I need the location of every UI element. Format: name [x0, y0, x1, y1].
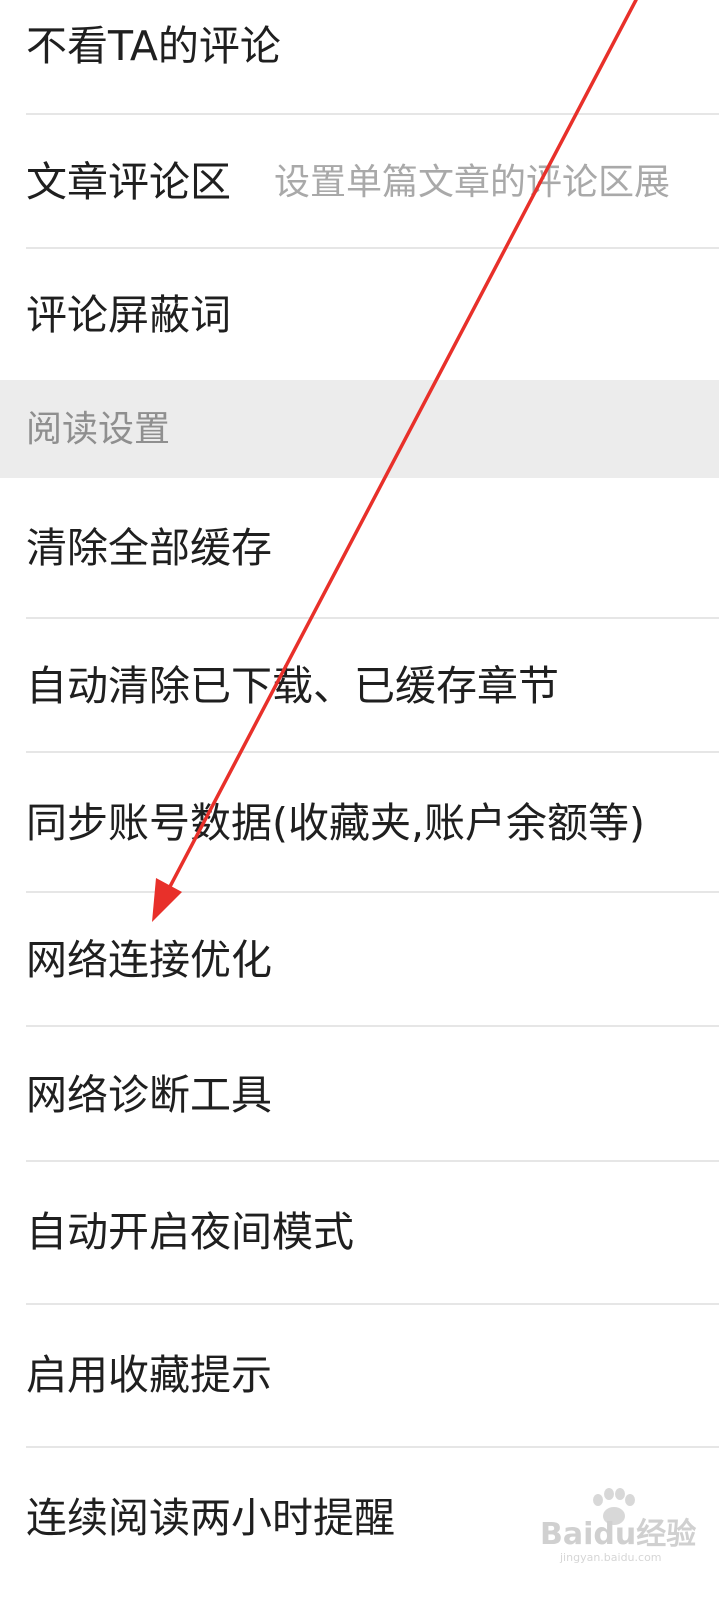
setting-label: 网络连接优化: [26, 936, 272, 984]
setting-row-comment-block-words[interactable]: 评论屏蔽词: [0, 249, 719, 380]
setting-label: 自动清除已下载、已缓存章节: [26, 662, 559, 710]
section-title: 阅读设置: [26, 409, 171, 450]
setting-row-hide-ta-comments[interactable]: 不看TA的评论: [0, 0, 719, 114]
setting-label: 清除全部缓存: [26, 524, 272, 572]
watermark-site: jingyan.baidu.com: [560, 1551, 662, 1564]
setting-row-favorite-tips[interactable]: 启用收藏提示: [0, 1305, 719, 1446]
setting-label: 评论屏蔽词: [26, 291, 231, 339]
setting-label: 不看TA的评论: [26, 22, 281, 70]
setting-row-clear-cache[interactable]: 清除全部缓存: [0, 478, 719, 617]
setting-row-auto-clear-downloads[interactable]: 自动清除已下载、已缓存章节: [0, 619, 719, 751]
baidu-jingyan-watermark: Baidu经验 jingyan.baidu.com: [540, 1488, 696, 1564]
setting-label: 网络诊断工具: [26, 1071, 272, 1119]
watermark-brand: Baidu经验: [540, 1517, 697, 1552]
setting-row-sync-account-data[interactable]: 同步账号数据(收藏夹,账户余额等): [0, 753, 719, 891]
setting-row-auto-night-mode[interactable]: 自动开启夜间模式: [0, 1162, 719, 1303]
section-header-reading: 阅读设置: [0, 380, 719, 478]
setting-label: 文章评论区: [26, 158, 231, 206]
setting-label: 连续阅读两小时提醒: [26, 1494, 395, 1542]
setting-row-article-comment-area[interactable]: 文章评论区 设置单篇文章的评论区展: [0, 115, 719, 247]
setting-label: 自动开启夜间模式: [26, 1208, 354, 1256]
setting-hint: 设置单篇文章的评论区展: [274, 162, 671, 203]
settings-screen: 不看TA的评论 文章评论区 设置单篇文章的评论区展 评论屏蔽词 阅读设置 清除全…: [0, 0, 719, 1600]
setting-row-network-optimization[interactable]: 网络连接优化: [0, 893, 719, 1025]
setting-row-network-diagnostic[interactable]: 网络诊断工具: [0, 1027, 719, 1160]
setting-label: 同步账号数据(收藏夹,账户余额等): [26, 799, 646, 847]
setting-label: 启用收藏提示: [26, 1351, 272, 1399]
